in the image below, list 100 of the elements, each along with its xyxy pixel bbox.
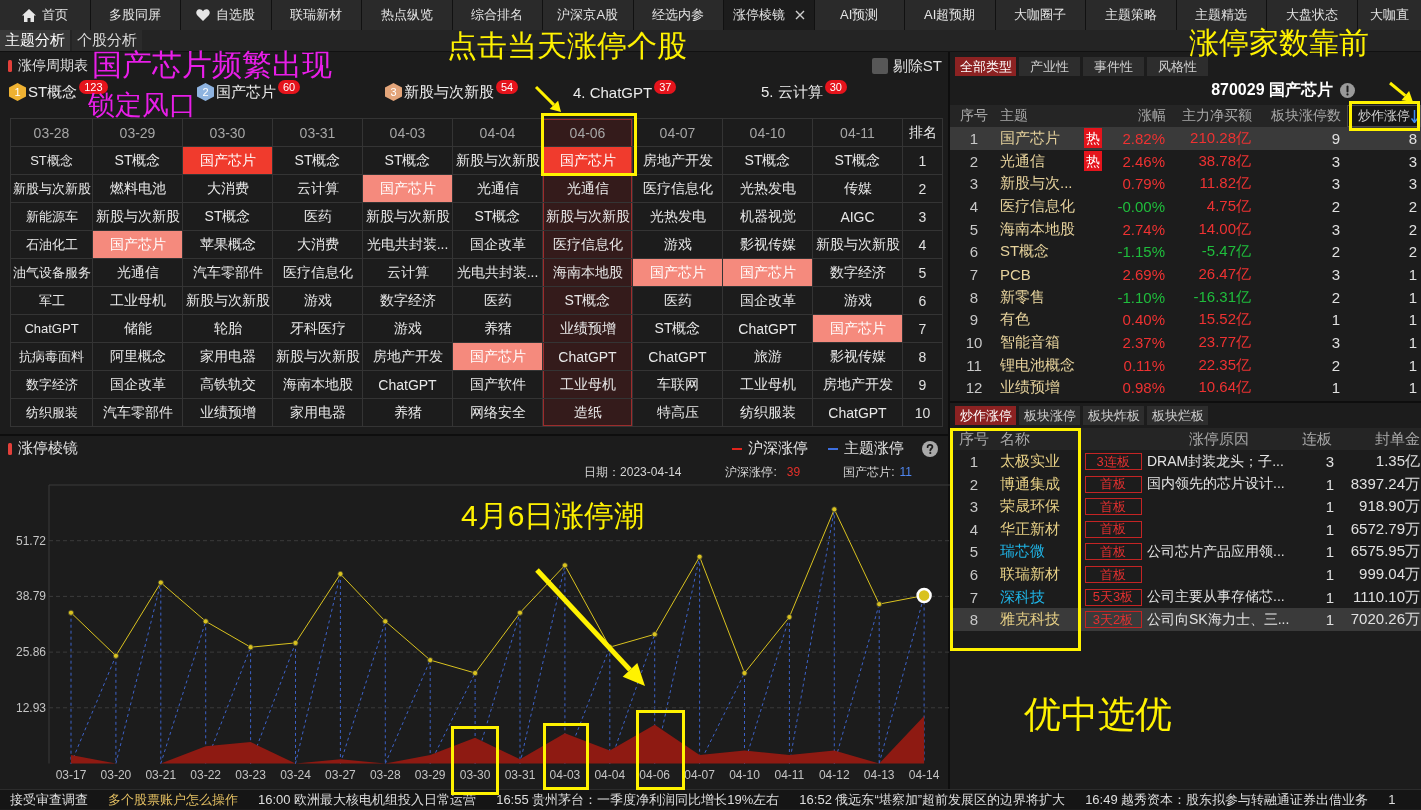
row-index: 5 — [968, 543, 980, 561]
x-axis-label: 04-10 — [729, 768, 760, 782]
row-index: 1 — [968, 129, 980, 147]
hype-limit-count: 3 — [1407, 175, 1418, 193]
board-limit-count: 3 — [1330, 265, 1341, 283]
x-axis-label: 04-04 — [594, 768, 626, 782]
net-buy-amount: 11.82亿 — [1198, 174, 1252, 194]
row-index: 2 — [968, 475, 980, 493]
limit-up-tag: 首板 — [1084, 543, 1142, 561]
section-title: 涨停周期表 — [18, 57, 88, 75]
net-buy-amount: 38.78亿 — [1197, 151, 1252, 171]
x-axis-label: 04-03 — [549, 768, 581, 782]
theme-name: 有色 — [999, 310, 1031, 330]
seal-amount: 918.90万 — [1358, 497, 1421, 517]
row-index: 8 — [968, 611, 980, 629]
x-axis-label: 03-30 — [459, 768, 491, 782]
theme-name: 国产芯片 — [999, 128, 1061, 148]
row-index: 3 — [968, 498, 980, 516]
x-axis-label: 03-20 — [100, 768, 132, 782]
net-buy-amount: 210.28亿 — [1189, 128, 1252, 148]
info-label: 国产芯片: — [843, 463, 895, 481]
board-limit-count: 3 — [1330, 220, 1341, 238]
row-index: 2 — [968, 152, 980, 170]
limit-up-tag: 3连板 — [1084, 453, 1142, 471]
net-buy-amount: 15.52亿 — [1197, 310, 1252, 330]
legend-label: 沪深涨停 — [748, 439, 808, 458]
limit-up-tag: 首板 — [1084, 475, 1142, 493]
rank-cell: 3 — [903, 203, 943, 231]
theme-name: 光通信 — [999, 151, 1046, 171]
theme-name: 业绩预增 — [999, 378, 1061, 398]
panel-title: 870029 国产芯片 — [1211, 80, 1333, 100]
x-axis-label: 03-21 — [145, 768, 177, 782]
hot-tag: 热 — [1084, 128, 1102, 149]
board-limit-count: 3 — [1330, 152, 1341, 170]
board-limit-count: 2 — [1330, 243, 1341, 261]
info-label: 沪深涨停: — [725, 463, 777, 481]
x-axis-label: 03-24 — [280, 768, 311, 782]
rank-cell: 9 — [903, 371, 943, 399]
row-index: 7 — [968, 265, 980, 283]
limit-up-tag: 3天2板 — [1084, 611, 1142, 629]
section-title: 涨停棱镜 — [18, 439, 78, 458]
limit-up-reason: DRAM封装龙头；子... — [1147, 452, 1284, 469]
seal-amount: 8397.24万 — [1349, 474, 1421, 494]
row-index: 4 — [968, 520, 980, 538]
hype-limit-count: 3 — [1407, 152, 1418, 170]
x-axis-label: 04-14 — [908, 768, 940, 782]
info-value: 11 — [899, 465, 912, 479]
x-axis-label: 03-22 — [190, 768, 222, 782]
x-axis-label: 03-28 — [369, 768, 401, 782]
annotation-text: 优中选优 — [1024, 696, 1172, 733]
row-index: 11 — [965, 356, 983, 374]
change-percent: 0.98% — [1121, 379, 1166, 397]
seal-amount: 6575.95万 — [1349, 542, 1421, 562]
rank-cell: 7 — [903, 315, 943, 343]
board-limit-count: 3 — [1330, 334, 1341, 352]
date-label: 日期：2023-04-14 — [584, 463, 682, 481]
net-buy-amount: 22.35亿 — [1197, 355, 1252, 375]
hype-limit-count: 1 — [1407, 356, 1418, 374]
net-buy-amount: -5.47亿 — [1200, 242, 1252, 262]
theme-name: 智能音箱 — [999, 333, 1061, 353]
streak-count: 1 — [1324, 475, 1335, 493]
row-index: 6 — [968, 566, 980, 583]
row-index: 7 — [968, 588, 980, 606]
change-percent: 2.74% — [1121, 220, 1166, 238]
limit-up-tag: 首板 — [1084, 498, 1142, 516]
streak-count: 1 — [1324, 498, 1335, 516]
net-buy-amount: 23.77亿 — [1197, 333, 1252, 353]
streak-count: 3 — [1324, 453, 1335, 471]
streak-count: 1 — [1324, 588, 1335, 606]
row-index: 3 — [968, 175, 980, 193]
hype-limit-count: 1 — [1407, 311, 1418, 329]
annotation-text: 点击当天涨停个股 — [447, 31, 687, 61]
x-axis-label: 04-06 — [639, 768, 671, 782]
hype-limit-count: 8 — [1407, 129, 1418, 147]
y-axis-label: 25.86 — [15, 645, 46, 660]
board-limit-count: 2 — [1330, 197, 1341, 215]
rank-medal: 1 — [9, 83, 26, 101]
change-percent: 0.40% — [1121, 311, 1166, 329]
seal-amount: 1110.10万 — [1352, 587, 1421, 607]
theme-name: 医疗信息化 — [999, 196, 1076, 216]
x-axis-label: 04-11 — [774, 768, 805, 782]
hype-limit-count: 2 — [1407, 220, 1418, 238]
seal-amount: 6572.79万 — [1349, 519, 1421, 539]
limit-up-reason: 国内领先的芯片设计... — [1147, 475, 1285, 492]
row-index: 12 — [964, 379, 984, 397]
net-buy-amount: 14.00亿 — [1197, 219, 1252, 239]
board-limit-count: 1 — [1330, 311, 1341, 329]
theme-name: 海南本地股 — [999, 219, 1076, 239]
rank-cell: 5 — [903, 259, 943, 287]
streak-count: 1 — [1324, 520, 1335, 538]
theme-name: PCB — [999, 265, 1032, 283]
limit-up-tag: 首板 — [1084, 520, 1142, 538]
board-limit-count: 2 — [1330, 288, 1341, 306]
theme-name: 新股与次... — [999, 174, 1074, 194]
streak-count: 1 — [1324, 566, 1335, 583]
x-axis-label: 03-27 — [325, 768, 356, 782]
row-index: 4 — [968, 197, 980, 215]
x-axis-label: 03-31 — [504, 768, 536, 782]
annotation-text: 涨停家数靠前 — [1189, 28, 1369, 57]
rank-cell: 6 — [903, 287, 943, 315]
